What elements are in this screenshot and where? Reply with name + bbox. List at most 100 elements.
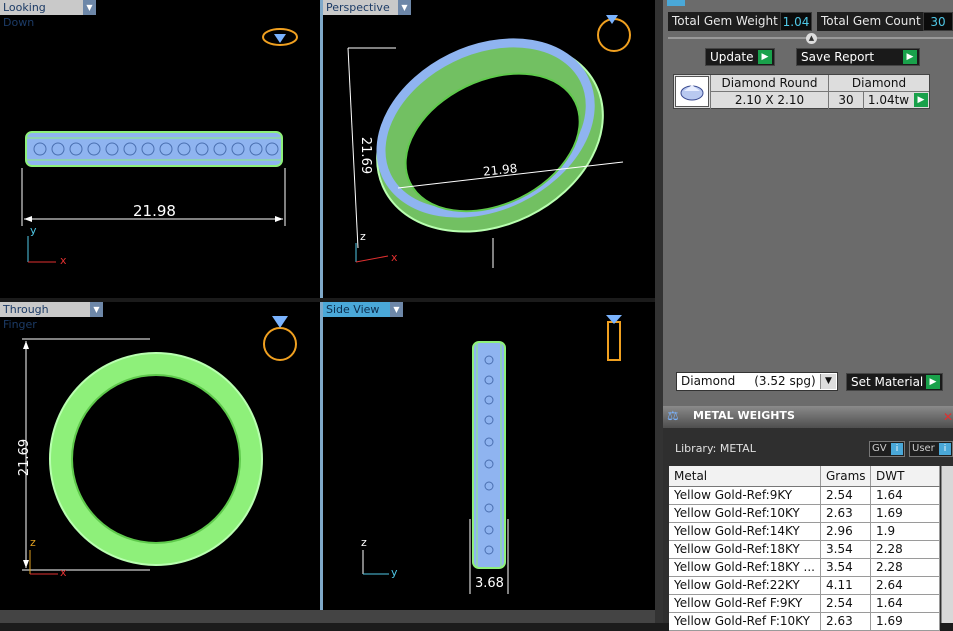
through-finger-drawing: [22, 316, 297, 575]
viewport-divider-horizontal[interactable]: [0, 298, 655, 302]
cell-grams: 2.54: [821, 487, 871, 504]
table-row[interactable]: Yellow Gold-Ref:18KY ... 3.54 2.28: [669, 559, 940, 577]
table-row[interactable]: Yellow Gold-Ref:14KY 2.96 1.9: [669, 523, 940, 541]
collapse-arrow-icon[interactable]: ▲: [806, 33, 817, 44]
cell-metal: Yellow Gold-Ref:22KY: [669, 577, 821, 594]
play-icon: ▶: [903, 50, 917, 64]
gem-weight-cell: 1.04tw: [863, 92, 913, 109]
info-icon: i: [939, 443, 951, 455]
cell-grams: 2.54: [821, 595, 871, 612]
table-row[interactable]: Yellow Gold-Ref F:10KY 2.63 1.69: [669, 613, 940, 631]
cell-dwt: 1.64: [871, 487, 940, 504]
close-icon[interactable]: ✕: [943, 408, 953, 424]
metal-weights-header: ⚖ METAL WEIGHTS ✕: [663, 406, 953, 428]
cell-grams: 3.54: [821, 559, 871, 576]
play-icon: ▶: [926, 375, 940, 389]
axis-x-label: x: [60, 254, 67, 267]
metal-rows: Yellow Gold-Ref:9KY 2.54 1.64 Yellow Gold-R…: [669, 487, 940, 631]
material-select[interactable]: Diamond (3.52 spg) ▼: [676, 372, 838, 391]
gem-material-cell: Diamond: [828, 75, 929, 92]
cell-dwt: 1.69: [871, 505, 940, 522]
dimension-label-vertical: 21.69: [358, 136, 374, 175]
axis-y-label: y: [30, 224, 37, 237]
gem-list-table: Diamond Round Diamond 2.10 X 2.10 30 1.0…: [673, 74, 930, 109]
cell-dwt: 2.28: [871, 559, 940, 576]
cell-metal: Yellow Gold-Ref:14KY: [669, 523, 821, 540]
axis-x-label: x: [60, 566, 67, 579]
total-gem-count-label: Total Gem Count: [817, 12, 923, 31]
cell-dwt: 1.64: [871, 595, 940, 612]
total-gem-count-value: 30: [923, 12, 953, 31]
table-scrollbar[interactable]: [941, 466, 953, 623]
gem-size-cell: 2.10 X 2.10: [710, 92, 828, 109]
cell-dwt: 2.64: [871, 577, 940, 594]
viewport-through-finger[interactable]: Through Finger ▼ 21.69 z x: [0, 302, 320, 610]
cell-metal: Yellow Gold-Ref:10KY: [669, 505, 821, 522]
chevron-down-icon[interactable]: ▼: [820, 374, 836, 389]
chevron-down-icon[interactable]: ▼: [398, 0, 411, 15]
chevron-down-icon[interactable]: ▼: [390, 302, 403, 317]
dimension-label-vertical: 21.69: [17, 438, 33, 477]
cell-metal: Yellow Gold-Ref:18KY ...: [669, 559, 821, 576]
cell-grams: 2.63: [821, 613, 871, 630]
cell-grams: 2.96: [821, 523, 871, 540]
user-toggle[interactable]: User i: [909, 441, 953, 457]
cell-metal: Yellow Gold-Ref F:10KY: [669, 613, 821, 630]
tab-looking-down[interactable]: Looking Down ▼: [0, 0, 96, 29]
axis-y-label: y: [391, 566, 398, 579]
scale-icon: ⚖: [667, 409, 679, 424]
cell-grams: 2.63: [821, 505, 871, 522]
total-gem-weight-label: Total Gem Weight: [668, 12, 780, 31]
table-row[interactable]: Yellow Gold-Ref:10KY 2.63 1.69: [669, 505, 940, 523]
library-label: Library: METAL: [675, 442, 756, 455]
tab-side-view[interactable]: Side View ▼: [323, 302, 403, 317]
play-icon: ▶: [758, 50, 772, 64]
cell-grams: 3.54: [821, 541, 871, 558]
dimension-label: 21.98: [133, 202, 176, 220]
tab-perspective[interactable]: Perspective ▼: [323, 0, 411, 15]
status-strip: [0, 610, 655, 623]
table-row[interactable]: Yellow Gold-Ref:18KY 3.54 2.28: [669, 541, 940, 559]
column-header-metal[interactable]: Metal: [669, 466, 821, 486]
cell-metal: Yellow Gold-Ref:18KY: [669, 541, 821, 558]
table-row[interactable]: Yellow Gold-Ref:22KY 4.11 2.64: [669, 577, 940, 595]
axis-x-label: x: [391, 251, 398, 264]
side-view-drawing: [362, 315, 622, 594]
gem-count-cell: 30: [828, 92, 863, 109]
table-row[interactable]: Yellow Gold-Ref:9KY 2.54 1.64: [669, 487, 940, 505]
axis-z-label: z: [30, 536, 36, 549]
column-header-grams[interactable]: Grams: [821, 466, 871, 486]
total-gem-weight-value: 1.04: [780, 12, 812, 31]
looking-down-drawing: [21, 28, 298, 263]
cell-dwt: 2.28: [871, 541, 940, 558]
gem-shape-cell: Diamond Round: [710, 75, 828, 92]
table-row[interactable]: Yellow Gold-Ref F:9KY 2.54 1.64: [669, 595, 940, 613]
dimension-label: 3.68: [475, 576, 504, 591]
set-material-button[interactable]: Set Material ▶: [846, 373, 943, 391]
tab-through-finger[interactable]: Through Finger ▼: [0, 302, 103, 331]
cell-grams: 4.11: [821, 577, 871, 594]
cell-dwt: 1.69: [871, 613, 940, 630]
cell-dwt: 1.9: [871, 523, 940, 540]
panel-menu-icon[interactable]: [667, 0, 685, 6]
gv-toggle[interactable]: GV i: [869, 441, 905, 457]
viewport-divider-vertical[interactable]: [320, 0, 323, 610]
gem-go-button[interactable]: ▶: [914, 93, 928, 107]
update-button[interactable]: Update ▶: [705, 48, 775, 66]
chevron-down-icon[interactable]: ▼: [83, 0, 96, 15]
axis-z-label: z: [360, 230, 366, 243]
viewport-side-view[interactable]: Side View ▼ 3.68 z y: [323, 302, 655, 610]
diamond-icon: [680, 85, 704, 101]
metal-weights-table: Metal Grams DWT Yellow Gold-Ref:9KY 2.54 1…: [669, 466, 940, 631]
viewport-frame-right: [655, 0, 663, 623]
save-report-button[interactable]: Save Report ▶: [796, 48, 920, 66]
info-icon: i: [891, 443, 903, 455]
axis-z-label: z: [361, 536, 367, 549]
viewport-perspective[interactable]: Perspective ▼ 21.69 21.98 z x: [323, 0, 655, 298]
gem-thumbnail[interactable]: [675, 76, 709, 107]
table-header: Metal Grams DWT: [669, 466, 940, 487]
chevron-down-icon[interactable]: ▼: [90, 302, 103, 317]
column-header-dwt[interactable]: DWT: [871, 466, 940, 486]
cell-metal: Yellow Gold-Ref:9KY: [669, 487, 821, 504]
viewport-looking-down[interactable]: Looking Down ▼ 21.98 y x: [0, 0, 320, 298]
